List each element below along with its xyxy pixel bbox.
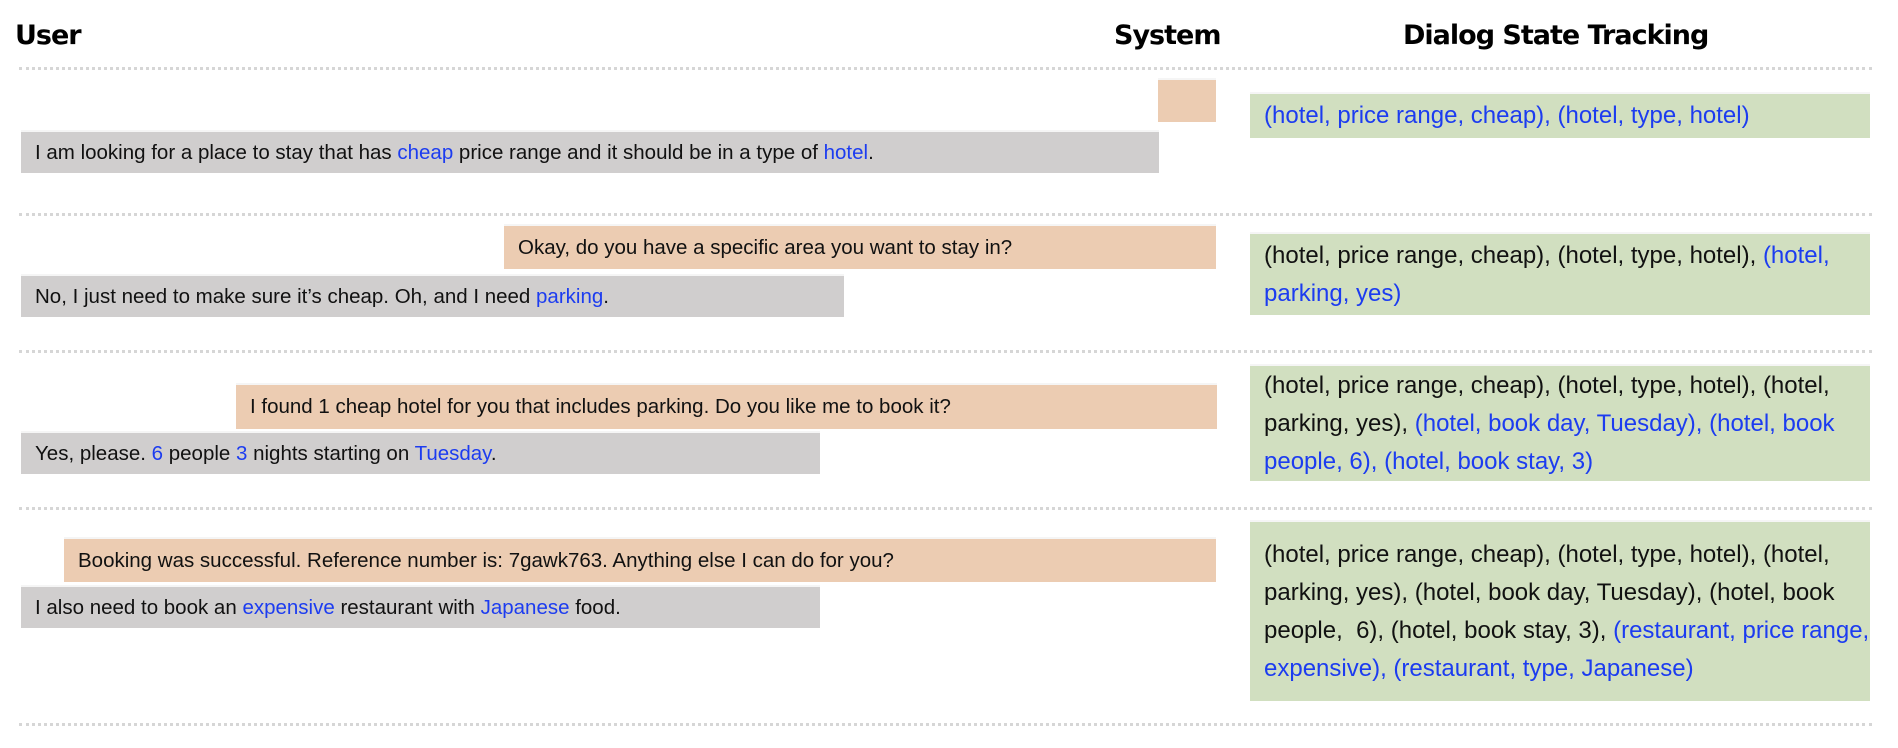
text-segment: nights starting on bbox=[247, 441, 415, 465]
divider bbox=[19, 213, 1872, 216]
user-text: Yes, please. 6 people 3 nights starting … bbox=[35, 442, 497, 466]
system-utterance bbox=[1158, 80, 1216, 122]
dialog-state-box: (hotel, price range, cheap), (hotel, typ… bbox=[1250, 234, 1870, 315]
system-utterance: Booking was successful. Reference number… bbox=[64, 539, 1216, 582]
dialog-state-box: (hotel, price range, cheap), (hotel, typ… bbox=[1250, 522, 1870, 701]
dst-text: (hotel, price range, cheap), (hotel, typ… bbox=[1264, 367, 1870, 481]
divider bbox=[19, 723, 1872, 726]
text-segment: . bbox=[868, 140, 874, 164]
text-segment: No, I just need to make sure it’s cheap.… bbox=[35, 284, 537, 308]
divider bbox=[19, 350, 1872, 353]
text-segment: . bbox=[603, 284, 609, 308]
dst-column-header: Dialog State Tracking bbox=[1403, 20, 1709, 51]
slot-value-highlight: Tuesday bbox=[414, 441, 491, 465]
slot-value-highlight: (hotel, price range, cheap), (hotel, typ… bbox=[1264, 102, 1750, 129]
text-segment: I am looking for a place to stay that ha… bbox=[35, 140, 398, 164]
slot-value-highlight: parking bbox=[536, 284, 604, 308]
text-segment: (hotel, price range, cheap), (hotel, typ… bbox=[1264, 241, 1763, 269]
system-text: I found 1 cheap hotel for you that inclu… bbox=[250, 395, 951, 419]
system-utterance: Okay, do you have a specific area you wa… bbox=[504, 226, 1216, 269]
user-utterance: I am looking for a place to stay that ha… bbox=[21, 132, 1159, 173]
text-segment: Booking was successful. Reference number… bbox=[78, 548, 894, 572]
system-text: Booking was successful. Reference number… bbox=[78, 549, 894, 573]
text-segment: people bbox=[163, 441, 236, 465]
text-segment: Yes, please. bbox=[35, 441, 152, 465]
user-text: I also need to book an expensive restaur… bbox=[35, 596, 621, 620]
slot-value-highlight: cheap bbox=[397, 140, 454, 164]
user-text: No, I just need to make sure it’s cheap.… bbox=[35, 285, 609, 309]
slot-value-highlight: expensive bbox=[242, 595, 335, 619]
slot-value-highlight: Japanese bbox=[480, 595, 570, 619]
divider bbox=[19, 507, 1872, 510]
text-segment: I found 1 cheap hotel for you that inclu… bbox=[250, 395, 951, 418]
dst-text: (hotel, price range, cheap), (hotel, typ… bbox=[1264, 237, 1870, 313]
user-utterance: No, I just need to make sure it’s cheap.… bbox=[21, 276, 844, 317]
user-text: I am looking for a place to stay that ha… bbox=[35, 141, 874, 165]
text-segment: food. bbox=[569, 595, 621, 619]
text-segment: price range and it should be in a type o… bbox=[453, 140, 824, 164]
system-utterance: I found 1 cheap hotel for you that inclu… bbox=[236, 385, 1217, 429]
text-segment: restaurant with bbox=[334, 595, 481, 619]
dialog-state-box: (hotel, price range, cheap), (hotel, typ… bbox=[1250, 94, 1870, 138]
text-segment: I also need to book an bbox=[35, 595, 243, 619]
system-text: Okay, do you have a specific area you wa… bbox=[518, 236, 1012, 260]
slot-value-highlight: hotel bbox=[823, 140, 869, 164]
dst-text: (hotel, price range, cheap), (hotel, typ… bbox=[1264, 536, 1870, 688]
user-utterance: I also need to book an expensive restaur… bbox=[21, 587, 820, 628]
divider bbox=[19, 67, 1872, 70]
system-column-header: System bbox=[1114, 20, 1221, 51]
dialog-state-box: (hotel, price range, cheap), (hotel, typ… bbox=[1250, 366, 1870, 481]
slot-value-highlight: 3 bbox=[236, 441, 248, 465]
dst-text: (hotel, price range, cheap), (hotel, typ… bbox=[1264, 97, 1870, 135]
text-segment: Okay, do you have a specific area you wa… bbox=[518, 235, 1013, 259]
user-utterance: Yes, please. 6 people 3 nights starting … bbox=[21, 433, 820, 474]
text-segment: . bbox=[490, 441, 497, 465]
user-column-header: User bbox=[15, 20, 82, 51]
slot-value-highlight: 6 bbox=[151, 441, 164, 465]
